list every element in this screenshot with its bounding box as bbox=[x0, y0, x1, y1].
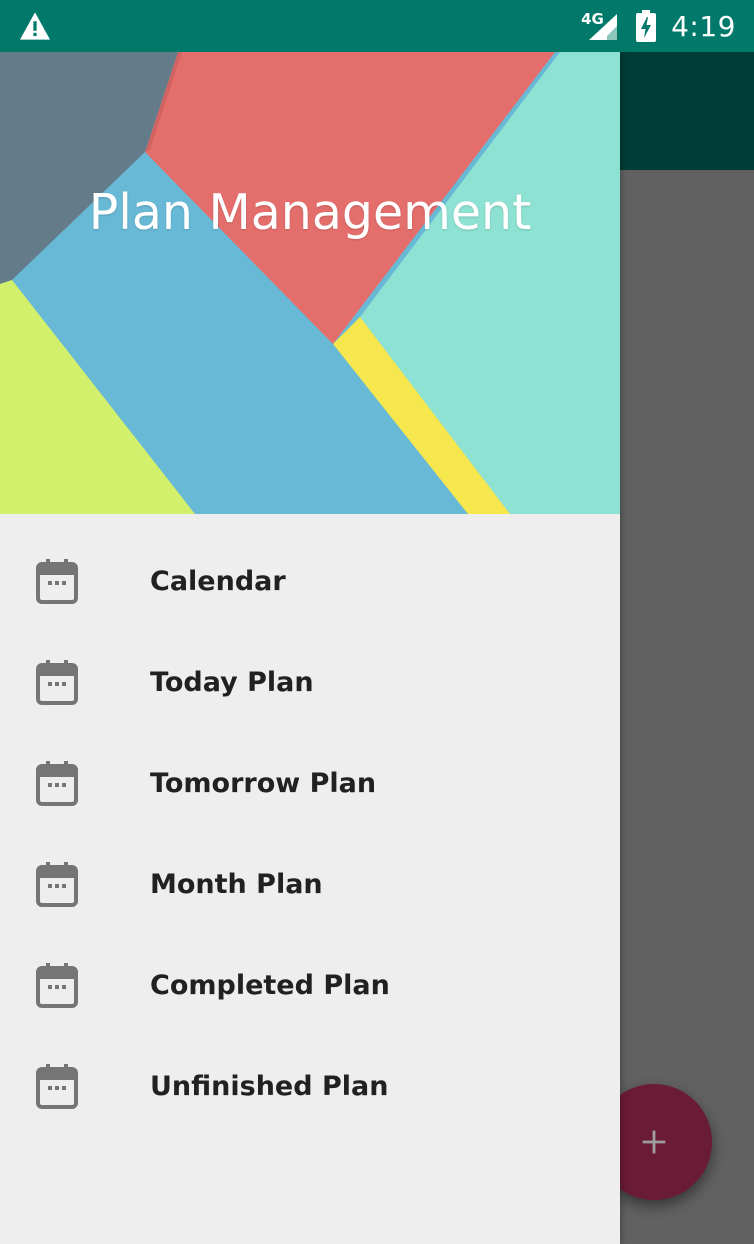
menu-item-today-plan[interactable]: Today Plan bbox=[0, 632, 620, 733]
drawer-title: Plan Management bbox=[88, 184, 532, 241]
menu-item-label: Unfinished Plan bbox=[150, 1071, 389, 1102]
menu-item-completed-plan[interactable]: Completed Plan bbox=[0, 935, 620, 1036]
menu-item-label: Tomorrow Plan bbox=[150, 768, 377, 799]
drawer-header: Plan Management bbox=[0, 52, 620, 514]
menu-item-label: Calendar bbox=[150, 566, 286, 597]
menu-item-label: Today Plan bbox=[150, 667, 314, 698]
calendar-icon bbox=[36, 558, 78, 604]
plus-icon bbox=[642, 1130, 666, 1154]
status-bar: 4G 4:19 bbox=[0, 0, 754, 52]
navigation-drawer: Plan Management Calendar Today Plan Tomo… bbox=[0, 52, 620, 1244]
calendar-icon bbox=[36, 659, 78, 705]
calendar-icon bbox=[36, 962, 78, 1008]
warning-icon bbox=[20, 12, 50, 40]
calendar-icon bbox=[36, 861, 78, 907]
menu-item-label: Month Plan bbox=[150, 869, 323, 900]
menu-item-month-plan[interactable]: Month Plan bbox=[0, 834, 620, 935]
calendar-icon bbox=[36, 1063, 78, 1109]
menu-item-tomorrow-plan[interactable]: Tomorrow Plan bbox=[0, 733, 620, 834]
menu-item-unfinished-plan[interactable]: Unfinished Plan bbox=[0, 1036, 620, 1137]
signal-icon: 4G bbox=[581, 10, 621, 42]
battery-charging-icon bbox=[636, 10, 657, 42]
menu-item-label: Completed Plan bbox=[150, 970, 390, 1001]
material-header-background bbox=[0, 52, 620, 514]
clock: 4:19 bbox=[671, 9, 736, 43]
menu-item-calendar[interactable]: Calendar bbox=[0, 531, 620, 632]
drawer-menu: Calendar Today Plan Tomorrow Plan Month … bbox=[0, 514, 620, 1137]
calendar-icon bbox=[36, 760, 78, 806]
